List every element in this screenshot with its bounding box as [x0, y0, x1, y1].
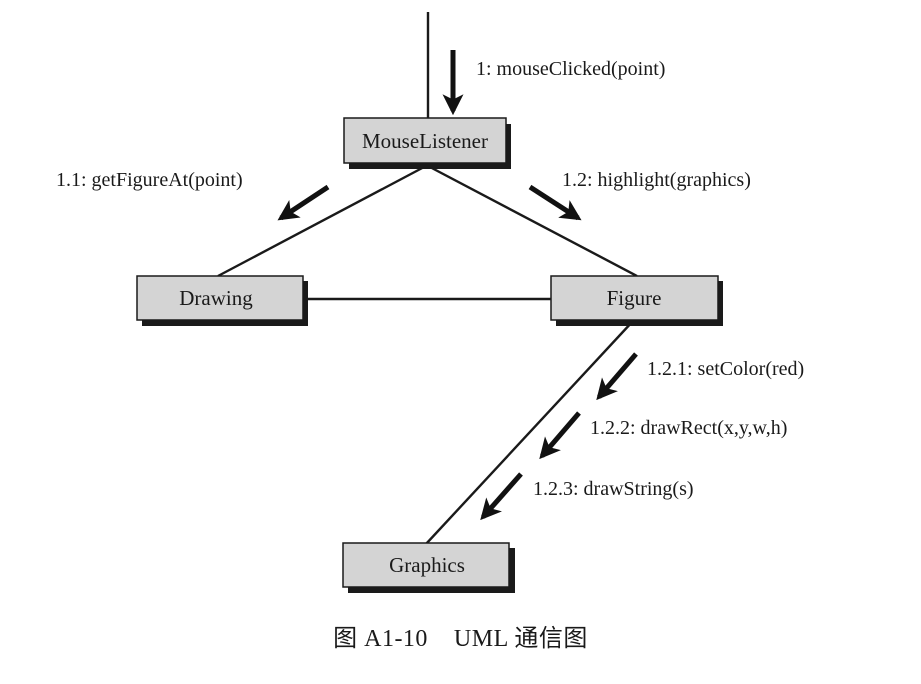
message-arrow-1-2-1 — [596, 352, 638, 401]
node-label: Drawing — [179, 286, 253, 310]
message-arrow-1-1 — [277, 184, 330, 221]
link-mouselistener-drawing — [217, 164, 427, 278]
message-label-1-2-1: 1.2.1: setColor(red) — [647, 358, 804, 380]
node-mouselistener: MouseListener — [343, 117, 511, 169]
message-label-1-2: 1.2: highlight(graphics) — [562, 169, 751, 191]
figure-caption: 图 A1-10 UML 通信图 — [333, 626, 588, 652]
message-label-1-2-2: 1.2.2: drawRect(x,y,w,h) — [590, 417, 787, 439]
message-arrow-1-2-3 — [480, 472, 523, 521]
message-label-1: 1: mouseClicked(point) — [476, 58, 665, 80]
node-graphics: Graphics — [342, 542, 515, 593]
message-arrow-1-2-2 — [539, 411, 581, 460]
node-label: MouseListener — [362, 129, 488, 153]
node-label: Graphics — [389, 553, 465, 577]
message-label-1-1: 1.1: getFigureAt(point) — [56, 169, 243, 191]
node-drawing: Drawing — [136, 275, 308, 326]
message-arrow-1-2 — [528, 184, 582, 221]
uml-communication-diagram: MouseListener Drawing Figure Graphics 1:… — [56, 12, 804, 593]
node-label: Figure — [607, 286, 662, 310]
message-label-1-2-3: 1.2.3: drawString(s) — [533, 478, 694, 500]
node-figure: Figure — [550, 275, 723, 326]
